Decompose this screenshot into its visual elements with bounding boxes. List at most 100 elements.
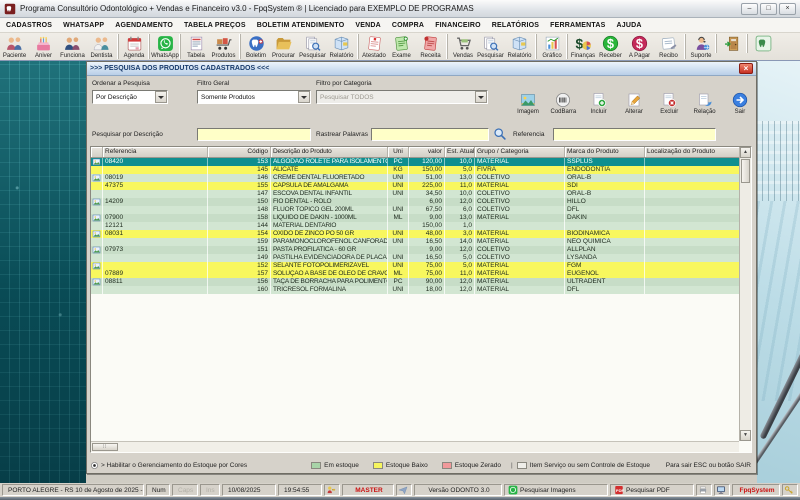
toolbar-procurar[interactable]: Procurar: [269, 34, 298, 59]
table-row[interactable]: 14209 150 FIO DENTAL - ROLO 6,00 12,0 CO…: [91, 198, 740, 206]
horizontal-scroll-thumb[interactable]: ⁞⁞: [92, 443, 118, 451]
column-header-referencia[interactable]: Referencia: [103, 147, 208, 157]
enable-stock-colors-radio[interactable]: [90, 461, 101, 470]
row-image-icon: [91, 270, 103, 278]
toolbar-tabela[interactable]: Tabela: [180, 34, 209, 59]
close-icon[interactable]: ×: [739, 63, 753, 74]
column-header-est-atual[interactable]: Est. Atual: [445, 147, 475, 157]
menu-cadastros[interactable]: CADASTROS: [6, 22, 52, 29]
scroll-up-icon[interactable]: ▲: [740, 147, 751, 158]
menu-ferramentas[interactable]: FERRAMENTAS: [550, 22, 605, 29]
table-row[interactable]: 147 ESCOVA DENTAL INFANTIL UNI 34,50 10,…: [91, 190, 740, 198]
close-button[interactable]: ×: [779, 3, 796, 15]
toolbar-dentista[interactable]: Dentista: [87, 34, 116, 59]
toolbar-exit-door[interactable]: [716, 34, 745, 53]
toolbar-pesquisar-vendas[interactable]: Pesquisar: [476, 34, 505, 59]
toolbar-vendas[interactable]: Vendas: [447, 34, 476, 59]
menu-compra[interactable]: COMPRA: [392, 22, 424, 29]
table-row[interactable]: 08420 153 ALGODAO ROLETE PARA ISOLAMENTO…: [91, 158, 740, 166]
menu-whatsapp[interactable]: WHATSAPP: [63, 22, 104, 29]
relacao-button[interactable]: Relação: [688, 92, 722, 124]
filtro-geral-select[interactable]: Somente Produtos: [197, 90, 311, 104]
table-row[interactable]: 149 PASTILHA EVIDENCIADORA DE PLACA DENT…: [91, 254, 740, 262]
column-header-grupo[interactable]: Grupo / Categoria: [475, 147, 565, 157]
column-header-valor[interactable]: valor: [409, 147, 445, 157]
toolbar-pesquisar[interactable]: Pesquisar: [298, 34, 327, 59]
toolbar-whatsapp[interactable]: WhatsApp: [149, 34, 178, 59]
table-row[interactable]: 12121 144 MATERIAL DENTARIO 150,00 1,0: [91, 222, 740, 230]
menu-financeiro[interactable]: FINANCEIRO: [435, 22, 481, 29]
menu-agendamento[interactable]: AGENDAMENTO: [115, 22, 173, 29]
toolbar-funciona[interactable]: Funciona: [58, 34, 87, 59]
incluir-button[interactable]: Incluir: [582, 92, 616, 124]
table-row[interactable]: 07889 157 SOLUÇÃO A BASE DE ÓLEO DE CRAV…: [91, 270, 740, 278]
toolbar-grafico[interactable]: Gráfico: [536, 34, 565, 59]
table-row[interactable]: 07973 151 PASTA PROFILATICA - 60 GR 9,00…: [91, 246, 740, 254]
vertical-scroll-thumb[interactable]: [741, 159, 750, 183]
column-header-uni[interactable]: Uni: [388, 147, 409, 157]
toolbar-receita[interactable]: Receita: [416, 34, 445, 59]
chevron-down-icon[interactable]: [155, 91, 167, 103]
toolbar-a-pagar[interactable]: $ A Pagar: [625, 34, 654, 59]
restore-button[interactable]: □: [760, 3, 777, 15]
menu-ajuda[interactable]: AJUDA: [616, 22, 641, 29]
codbarra-button[interactable]: CodBarra: [546, 92, 580, 124]
toolbar-edge-logo[interactable]: [747, 34, 776, 53]
pic-icon: [91, 278, 103, 286]
column-header-codigo[interactable]: Código: [208, 147, 271, 157]
toolbar-boletim[interactable]: Boletim: [240, 34, 269, 59]
menu-tabela-precos[interactable]: TABELA PREÇOS: [184, 22, 246, 29]
table-row[interactable]: 160 TRICRESOL FORMALINA UNI 18,00 12,0 M…: [91, 286, 740, 294]
toolbar-receber[interactable]: $ Receber: [596, 34, 625, 59]
toolbar-suporte[interactable]: Suporte: [685, 34, 714, 59]
ordenar-select[interactable]: Por Descrição: [92, 90, 168, 104]
menu-venda[interactable]: VENDA: [355, 22, 381, 29]
track-words-input[interactable]: [371, 128, 489, 141]
table-row[interactable]: 08031 154 OXIDO DE ZINCO PO 50 GR UNI 48…: [91, 230, 740, 238]
toolbar-financas[interactable]: $ Finanças: [567, 34, 596, 59]
alterar-button[interactable]: Alterar: [617, 92, 651, 124]
column-header-marca[interactable]: Marca do Produto: [565, 147, 645, 157]
table-row[interactable]: 152 SELANTE FOTOPOLIMERIZÁVEL UNI 75,00 …: [91, 262, 740, 270]
table-row[interactable]: 08811 156 TAÇA DE BORRACHA PARA POLIMENT…: [91, 278, 740, 286]
toolbar-relatorio-vendas[interactable]: Relatório: [505, 34, 534, 59]
excluir-button[interactable]: Excluir: [652, 92, 686, 124]
zero-stock-label: Estoque Zerado: [455, 462, 501, 469]
column-header-localizacao[interactable]: Localização do Produto: [645, 147, 740, 157]
toolbar-recibo[interactable]: Recibo: [654, 34, 683, 59]
table-row[interactable]: 159 PARAMONOCLOROFENOL CANFORADO - FR 20…: [91, 238, 740, 246]
toolbar-agenda[interactable]: Agenda: [118, 34, 147, 59]
scroll-down-icon[interactable]: ▼: [740, 430, 751, 441]
toolbar-atestado[interactable]: Atestado: [358, 34, 387, 59]
sair-button[interactable]: Sair: [723, 92, 757, 124]
toolbar-exame[interactable]: Exame: [387, 34, 416, 59]
toolbar-paciente[interactable]: Paciente: [0, 34, 29, 59]
toolbar-relatorio[interactable]: Relatório: [327, 34, 356, 59]
table-header: ReferenciaCódigoDescrição do ProdutoUniv…: [91, 147, 740, 158]
table-row[interactable]: 145 ALICATE KG 150,00 5,0 FIVRA ENDODONT…: [91, 166, 740, 174]
imagem-button[interactable]: Imagem: [511, 92, 545, 124]
table-row[interactable]: 47375 155 CAPSULA DE AMALGAMA UNI 225,00…: [91, 182, 740, 190]
vertical-scrollbar[interactable]: ▲ ▼: [739, 147, 751, 441]
column-header-descricao[interactable]: Descrição do Produto: [271, 147, 388, 157]
chevron-down-icon[interactable]: [298, 91, 310, 103]
send-icon: [398, 485, 408, 495]
search-description-input[interactable]: [197, 128, 311, 141]
table-row[interactable]: 08019 146 CREME DENTAL FLUORETADO UNI 51…: [91, 174, 740, 182]
column-header-icon[interactable]: [91, 147, 103, 157]
toolbar-aniver[interactable]: Aniver: [29, 34, 58, 59]
referencia-input[interactable]: [553, 128, 716, 141]
toolbar-produtos[interactable]: Produtos: [209, 34, 238, 59]
horizontal-scrollbar[interactable]: ⁞⁞: [91, 441, 739, 452]
referencia-label: Referencia: [513, 131, 544, 138]
status-send: [396, 484, 412, 496]
table-row[interactable]: 148 FLÚOR TÓPICO GEL 200ML UNI 67,50 6,0…: [91, 206, 740, 214]
status-pesquisar-pdf[interactable]: PDF Pesquisar PDF: [610, 484, 694, 496]
menu-boletim-atendimento[interactable]: BOLETIM ATENDIMENTO: [257, 22, 345, 29]
minimize-button[interactable]: –: [741, 3, 758, 15]
table-row[interactable]: 07900 158 LIQUIDO DE DAKIN - 1000ML ML 9…: [91, 214, 740, 222]
search-icon[interactable]: [493, 127, 507, 141]
menu-relatorios[interactable]: RELATÓRIOS: [492, 22, 539, 29]
window-title: Programa Consultório Odontológico + Vend…: [20, 4, 741, 13]
status-pesquisar-imagens[interactable]: Pesquisar Imagens: [504, 484, 608, 496]
